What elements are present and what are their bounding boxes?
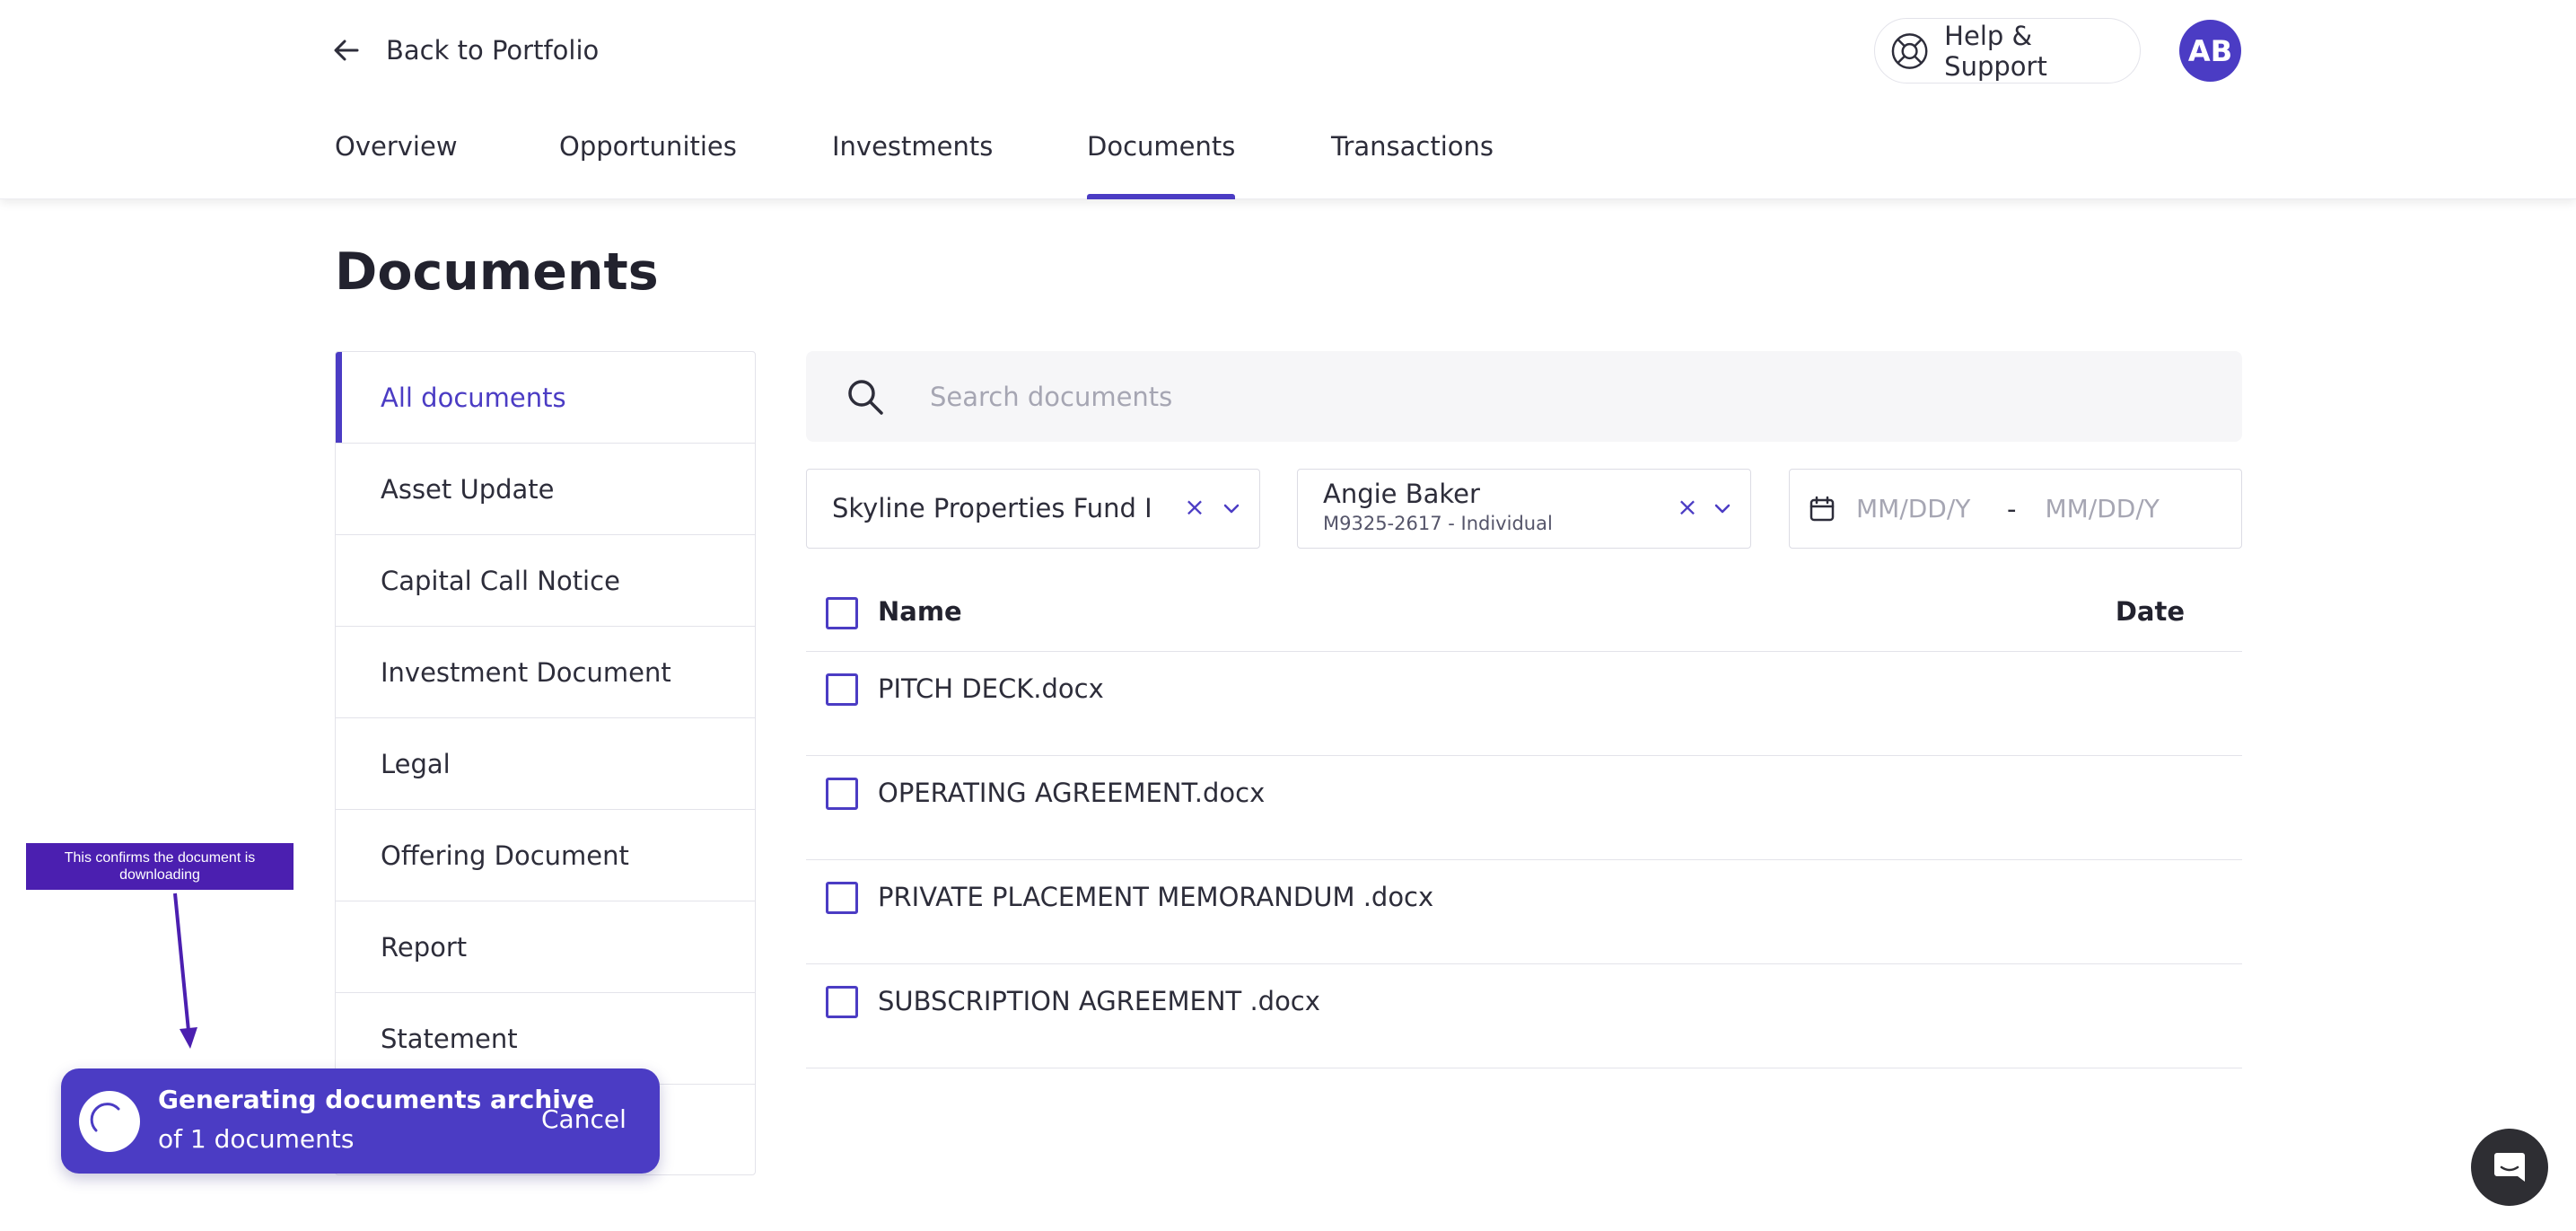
document-name[interactable]: SUBSCRIPTION AGREEMENT .docx [878,986,1320,1016]
table-row[interactable]: PRIVATE PLACEMENT MEMORANDUM .docx [806,860,2242,964]
fund-clear-icon[interactable]: × [1181,494,1208,521]
sidebar-item-all-documents[interactable]: All documents [336,352,755,444]
documents-table: Name Date PITCH DECK.docx OPERATING AGRE… [806,575,2242,1068]
lifebuoy-icon [1891,32,1928,69]
end-date-input[interactable] [2045,494,2189,523]
start-date-input[interactable] [1856,494,2000,523]
tab-overview[interactable]: Overview [335,131,458,199]
row-checkbox[interactable] [826,673,858,706]
help-support-button[interactable]: Help & Support [1874,18,2141,84]
investor-select-value: Angie Baker [1323,479,1480,509]
toast-cancel-button[interactable]: Cancel [541,1104,626,1134]
chat-icon [2494,1153,2525,1182]
sidebar-item-asset-update[interactable]: Asset Update [336,444,755,535]
top-header: Back to Portfolio Help & Support AB Over… [0,0,2576,199]
row-checkbox[interactable] [826,778,858,810]
tab-transactions[interactable]: Transactions [1331,131,1494,199]
table-header: Name Date [806,575,2242,652]
document-name[interactable]: OPERATING AGREEMENT.docx [878,778,1265,808]
search-icon [848,379,883,415]
calendar-icon [1809,496,1835,521]
chevron-down-icon[interactable] [1220,497,1243,520]
row-checkbox[interactable] [826,986,858,1018]
tab-investments[interactable]: Investments [832,131,993,199]
document-category-sidebar: All documents Asset Update Capital Call … [335,351,756,1175]
fund-select[interactable]: Skyline Properties Fund I × [806,469,1260,549]
document-name[interactable]: PITCH DECK.docx [878,673,1104,704]
investor-account-label: M9325-2617 - Individual [1323,513,1553,534]
sidebar-item-capital-call-notice[interactable]: Capital Call Notice [336,535,755,627]
fund-select-value: Skyline Properties Fund I [832,493,1152,523]
page-title: Documents [335,242,659,302]
date-range-picker: - [1789,469,2242,549]
investor-select[interactable]: Angie Baker M9325-2617 - Individual × [1297,469,1751,549]
sidebar-item-report[interactable]: Report [336,901,755,993]
sidebar-item-investment-document[interactable]: Investment Document [336,627,755,718]
back-link-label: Back to Portfolio [386,35,600,66]
arrow-left-icon [334,40,359,61]
column-header-date[interactable]: Date [2116,596,2185,627]
table-row[interactable]: OPERATING AGREEMENT.docx [806,756,2242,860]
sidebar-item-legal[interactable]: Legal [336,718,755,810]
date-range-separator: - [2007,493,2017,524]
user-avatar[interactable]: AB [2179,20,2241,82]
column-header-name[interactable]: Name [878,596,962,627]
toast-subtitle: of 1 documents [158,1124,355,1154]
row-checkbox[interactable] [826,882,858,914]
annotation-callout: This confirms the document is downloadin… [26,843,294,890]
tab-opportunities[interactable]: Opportunities [559,131,737,199]
sidebar-item-offering-document[interactable]: Offering Document [336,810,755,901]
toast-title: Generating documents archive [158,1085,595,1114]
tab-documents[interactable]: Documents [1087,131,1236,199]
table-row[interactable]: PITCH DECK.docx [806,652,2242,756]
chat-launcher-button[interactable] [2471,1129,2548,1206]
chevron-down-icon[interactable] [1711,497,1734,520]
back-to-portfolio-link[interactable]: Back to Portfolio [332,31,599,70]
spinner-icon [90,1103,120,1132]
spinner [79,1091,140,1152]
documents-page: Back to Portfolio Help & Support AB Over… [0,0,2576,1231]
search-input[interactable] [930,381,2097,412]
table-row[interactable]: SUBSCRIPTION AGREEMENT .docx [806,964,2242,1068]
search-bar [806,351,2242,442]
select-all-checkbox[interactable] [826,597,858,629]
investor-clear-icon[interactable]: × [1674,494,1701,521]
download-toast: Generating documents archive of 1 docume… [61,1068,660,1174]
help-support-label: Help & Support [1944,20,2047,82]
document-name[interactable]: PRIVATE PLACEMENT MEMORANDUM .docx [878,882,1433,912]
